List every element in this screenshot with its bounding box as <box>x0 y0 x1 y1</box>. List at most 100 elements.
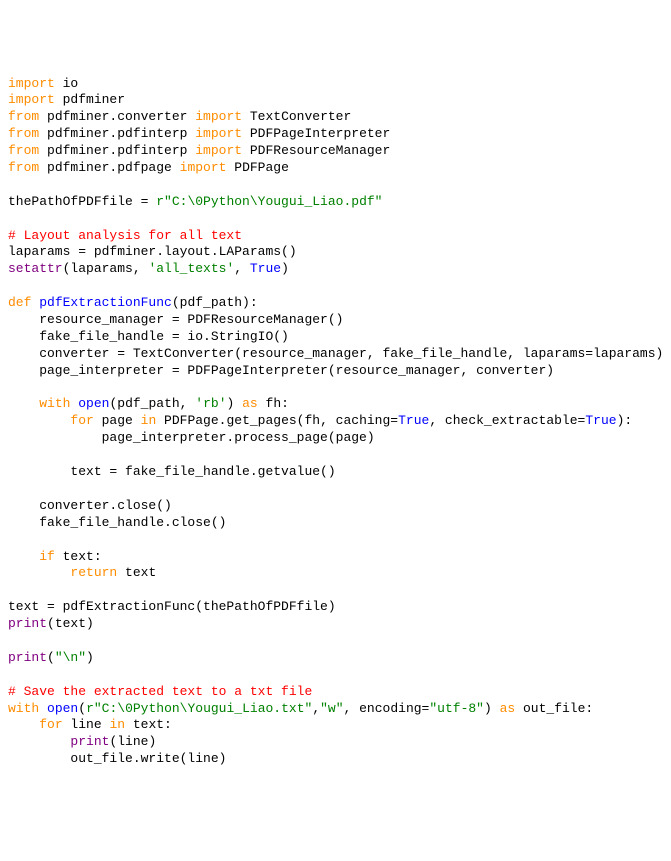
code-token: import <box>195 126 242 141</box>
code-token: ) <box>281 261 289 276</box>
code-token: (line) <box>109 734 156 749</box>
code-token: import <box>195 143 242 158</box>
code-token: from <box>8 160 39 175</box>
code-line: page_interpreter = PDFPageInterpreter(re… <box>8 363 663 380</box>
code-token: import <box>195 109 242 124</box>
code-line: laparams = pdfminer.layout.LAParams() <box>8 244 663 261</box>
code-token: PDFPage <box>226 160 288 175</box>
code-line <box>8 211 663 228</box>
code-token: setattr <box>8 261 63 276</box>
code-line: from pdfminer.converter import TextConve… <box>8 109 663 126</box>
code-token: io <box>55 76 78 91</box>
code-token <box>8 582 16 597</box>
code-token: with <box>8 701 39 716</box>
code-line: converter.close() <box>8 498 663 515</box>
code-line: print(text) <box>8 616 663 633</box>
code-token: resource_manager = PDFResourceManager() <box>8 312 343 327</box>
code-token: True <box>585 413 616 428</box>
code-block: import ioimport pdfminerfrom pdfminer.co… <box>8 76 663 769</box>
code-token <box>39 701 47 716</box>
code-line: converter = TextConverter(resource_manag… <box>8 346 663 363</box>
code-token: print <box>8 616 47 631</box>
code-line: page_interpreter.process_page(page) <box>8 430 663 447</box>
code-token: (text) <box>47 616 94 631</box>
code-token: import <box>180 160 227 175</box>
code-token: ( <box>47 650 55 665</box>
code-line: resource_manager = PDFResourceManager() <box>8 312 663 329</box>
code-token: with <box>39 396 70 411</box>
code-line <box>8 633 663 650</box>
code-token: pdfExtractionFunc <box>39 295 172 310</box>
code-token <box>8 278 16 293</box>
code-token: , <box>312 701 320 716</box>
code-line <box>8 532 663 549</box>
code-token: print <box>70 734 109 749</box>
code-token <box>8 717 39 732</box>
code-line: return text <box>8 565 663 582</box>
code-token: if <box>39 549 55 564</box>
code-token: as <box>242 396 258 411</box>
code-token: pdfminer.pdfinterp <box>39 143 195 158</box>
code-token: (pdf_path, <box>109 396 195 411</box>
code-token: ): <box>617 413 633 428</box>
code-token: "w" <box>320 701 343 716</box>
code-line: with open(r"C:\0Python\Yougui_Liao.txt",… <box>8 701 663 718</box>
code-token: for <box>39 717 62 732</box>
code-line: fake_file_handle.close() <box>8 515 663 532</box>
code-line <box>8 667 663 684</box>
code-token <box>8 177 16 192</box>
code-token <box>8 633 16 648</box>
code-token: ( <box>78 701 86 716</box>
code-line: from pdfminer.pdfpage import PDFPage <box>8 160 663 177</box>
code-line: import io <box>8 76 663 93</box>
code-token: out_file.write(line) <box>8 751 226 766</box>
code-token: text: <box>55 549 102 564</box>
code-token: from <box>8 109 39 124</box>
code-token <box>8 380 16 395</box>
code-token: r"C:\0Python\Yougui_Liao.txt" <box>86 701 312 716</box>
code-token: line <box>63 717 110 732</box>
code-token: import <box>8 92 55 107</box>
code-token: ) <box>484 701 500 716</box>
code-token: return <box>70 565 117 580</box>
code-line: text = pdfExtractionFunc(thePathOfPDFfil… <box>8 599 663 616</box>
code-line: thePathOfPDFfile = r"C:\0Python\Yougui_L… <box>8 194 663 211</box>
code-token: PDFPageInterpreter <box>242 126 390 141</box>
code-line <box>8 481 663 498</box>
code-token: converter.close() <box>8 498 172 513</box>
code-token: page_interpreter = PDFPageInterpreter(re… <box>8 363 554 378</box>
code-token: "\n" <box>55 650 86 665</box>
code-token: as <box>500 701 516 716</box>
code-token: fake_file_handle = io.StringIO() <box>8 329 289 344</box>
code-token: page_interpreter.process_page(page) <box>8 430 375 445</box>
code-token: from <box>8 126 39 141</box>
code-line: text = fake_file_handle.getvalue() <box>8 464 663 481</box>
code-line: def pdfExtractionFunc(pdf_path): <box>8 295 663 312</box>
code-token: print <box>8 650 47 665</box>
code-token <box>8 447 16 462</box>
code-line: setattr(laparams, 'all_texts', True) <box>8 261 663 278</box>
code-line: with open(pdf_path, 'rb') as fh: <box>8 396 663 413</box>
code-line: for page in PDFPage.get_pages(fh, cachin… <box>8 413 663 430</box>
code-token: , <box>234 261 250 276</box>
code-line: from pdfminer.pdfinterp import PDFPageIn… <box>8 126 663 143</box>
code-token: 'rb' <box>195 396 226 411</box>
code-token: , check_extractable= <box>429 413 585 428</box>
code-token <box>8 532 16 547</box>
code-token: text = fake_file_handle.getvalue() <box>8 464 336 479</box>
code-line <box>8 380 663 397</box>
code-token <box>8 565 70 580</box>
code-token <box>8 549 39 564</box>
code-token: def <box>8 295 31 310</box>
code-token: TextConverter <box>242 109 351 124</box>
code-token: True <box>250 261 281 276</box>
code-token: open <box>47 701 78 716</box>
code-token: thePathOfPDFfile = <box>8 194 156 209</box>
code-line: out_file.write(line) <box>8 751 663 768</box>
code-line <box>8 177 663 194</box>
code-token: , encoding= <box>344 701 430 716</box>
code-line <box>8 278 663 295</box>
code-token: text: <box>125 717 172 732</box>
code-line: print(line) <box>8 734 663 751</box>
code-token: PDFPage.get_pages(fh, caching= <box>156 413 398 428</box>
